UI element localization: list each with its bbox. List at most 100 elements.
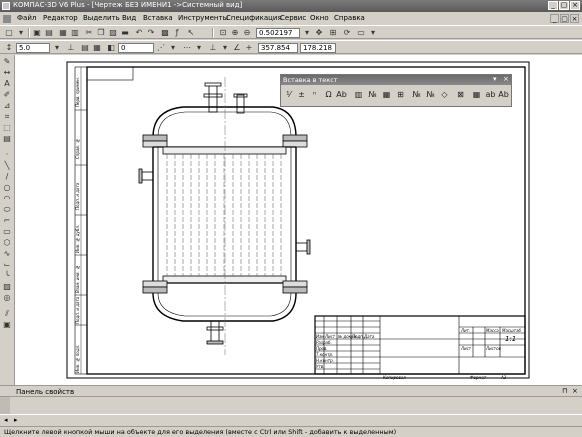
surface-icon[interactable]: ◇ — [439, 89, 450, 100]
menu-insert[interactable]: Вставка — [143, 14, 173, 22]
new-icon[interactable]: ▢ — [4, 28, 14, 38]
panel-grip[interactable] — [0, 397, 10, 415]
panel-close-button[interactable]: × — [503, 75, 509, 83]
pan-icon[interactable]: ✥ — [314, 28, 324, 38]
circle-icon[interactable]: ○ — [2, 183, 12, 193]
angle-icon[interactable]: ∠ — [232, 43, 242, 53]
point-icon[interactable]: · — [2, 150, 12, 160]
menu-view[interactable]: Вид — [122, 14, 136, 22]
auxiliary-line-icon[interactable]: ╲ — [2, 161, 12, 171]
format-icon[interactable]: ⊞ — [395, 89, 406, 100]
scale-field[interactable]: 0.502197 — [256, 28, 300, 38]
scale-dropdown-icon[interactable]: ▾ — [302, 28, 312, 38]
calculator-icon[interactable]: ▩ — [160, 28, 170, 38]
equidistant-icon[interactable]: ⫽ — [2, 309, 12, 319]
geometry-tools-icon[interactable]: ✎ — [2, 57, 12, 67]
close-button[interactable]: × — [570, 1, 580, 10]
menu-select[interactable]: Выделить — [83, 14, 120, 22]
minimize-button[interactable]: _ — [548, 1, 558, 10]
bezier-icon[interactable]: ∿ — [2, 249, 12, 259]
fragment-icon[interactable]: ▥ — [353, 89, 364, 100]
save-icon[interactable]: ▣ — [32, 28, 42, 38]
menu-service[interactable]: Сервис — [280, 14, 306, 22]
menu-help[interactable]: Справка — [334, 14, 365, 22]
symbol-icon[interactable]: Ab — [336, 89, 347, 100]
number-sub-icon[interactable]: № — [425, 89, 436, 100]
snap-icon[interactable]: ⋰ — [156, 43, 166, 53]
layer-field[interactable]: 0 — [118, 43, 154, 53]
chamfer-icon[interactable]: ⌙ — [2, 260, 12, 270]
ortho-icon[interactable]: ⊥ — [66, 43, 76, 53]
view-icon[interactable]: ▭ — [356, 28, 366, 38]
zoom-window-icon[interactable]: ⊡ — [218, 28, 228, 38]
menu-editor[interactable]: Редактор — [43, 14, 78, 22]
maximize-button[interactable]: ▢ — [559, 1, 569, 10]
spec-tools-icon[interactable]: ▤ — [2, 134, 12, 144]
format-painter-icon[interactable]: ▬ — [120, 28, 130, 38]
mdi-close-button[interactable]: × — [570, 14, 579, 23]
number-icon[interactable]: № — [367, 89, 378, 100]
undo-icon[interactable]: ↶ — [134, 28, 144, 38]
macro-icon[interactable]: ▣ — [2, 320, 12, 330]
fraction-icon[interactable]: ⅟ — [283, 89, 294, 100]
refresh-icon[interactable]: ⟳ — [342, 28, 352, 38]
parametric-tools-icon[interactable]: ⊿ — [2, 101, 12, 111]
lcs-dropdown-icon[interactable]: ▾ — [220, 43, 230, 53]
fx-icon[interactable]: ƒ — [172, 28, 182, 38]
fillet-icon[interactable]: ╰ — [2, 271, 12, 281]
redo-icon[interactable]: ↷ — [146, 28, 156, 38]
table-icon[interactable]: ▦ — [471, 89, 482, 100]
measure-tools-icon[interactable]: ⌗ — [2, 112, 12, 122]
menu-specification[interactable]: Спецификация — [226, 14, 282, 22]
open-icon[interactable]: ▾ — [16, 28, 26, 38]
snap-dropdown-icon[interactable]: ▾ — [168, 43, 178, 53]
grid-icon[interactable]: ⋯ — [182, 43, 192, 53]
tolerance-icon[interactable]: ⊠ — [455, 89, 466, 100]
coord-x-field[interactable]: 357.854 — [258, 43, 298, 53]
special-char-icon[interactable]: Ω — [323, 89, 334, 100]
step-dropdown-icon[interactable]: ▾ — [52, 43, 62, 53]
scroll-left-icon[interactable]: ◂ — [4, 416, 8, 424]
grid-dropdown-icon[interactable]: ▾ — [194, 43, 204, 53]
lcs-icon[interactable]: ⊥ — [208, 43, 218, 53]
paste-icon[interactable]: ▨ — [108, 28, 118, 38]
hatch-icon[interactable]: ▨ — [2, 282, 12, 292]
lowercase-icon[interactable]: ab — [485, 89, 496, 100]
contour-icon[interactable]: ◎ — [2, 293, 12, 303]
fit-icon[interactable]: ⊞ — [328, 28, 338, 38]
panel-menu-button[interactable]: ▾ — [493, 75, 497, 83]
edit-tools-icon[interactable]: ✐ — [2, 90, 12, 100]
scroll-right-icon[interactable]: ▸ — [14, 416, 18, 424]
deviation-icon[interactable]: ± — [296, 89, 307, 100]
ellipse-icon[interactable]: ⬭ — [2, 205, 12, 215]
menu-window[interactable]: Окно — [310, 14, 329, 22]
layer-state-icon[interactable]: ▦ — [92, 43, 102, 53]
save-all-icon[interactable]: ▤ — [44, 28, 54, 38]
view-dropdown-icon[interactable]: ▾ — [368, 28, 378, 38]
layer-color-icon[interactable]: ◧ — [106, 43, 116, 53]
polyline-icon[interactable]: ⌐ — [2, 216, 12, 226]
cursor-icon[interactable]: + — [244, 43, 254, 53]
cut-icon[interactable]: ✂ — [84, 28, 94, 38]
arc-icon[interactable]: ◠ — [2, 194, 12, 204]
menu-file[interactable]: Файл — [17, 14, 36, 22]
mdi-minimize-button[interactable]: _ — [550, 14, 559, 23]
print-icon[interactable]: ▦ — [58, 28, 68, 38]
indices-icon[interactable]: ⁿ — [309, 89, 320, 100]
menu-tools[interactable]: Инструменты — [178, 14, 228, 22]
preview-icon[interactable]: ▥ — [70, 28, 80, 38]
segment-icon[interactable]: / — [2, 172, 12, 182]
zoom-in-icon[interactable]: ⊕ — [230, 28, 240, 38]
panel-pin-icon[interactable]: ⊓ — [562, 387, 567, 395]
step-field[interactable]: 5.0 — [16, 43, 50, 53]
subscript-icon[interactable]: ▦ — [381, 89, 392, 100]
rectangle-icon[interactable]: ▭ — [2, 227, 12, 237]
layers-icon[interactable]: ▤ — [80, 43, 90, 53]
notation-tools-icon[interactable]: A — [2, 79, 12, 89]
select-tools-icon[interactable]: ⬚ — [2, 123, 12, 133]
zoom-out-icon[interactable]: ⊖ — [242, 28, 252, 38]
insert-text-panel-header[interactable]: Вставка в текст ▾ × — [281, 75, 511, 85]
vertical-text-icon[interactable]: Ab — [498, 89, 509, 100]
mdi-restore-button[interactable]: ▢ — [560, 14, 569, 23]
number-format-icon[interactable]: № — [411, 89, 422, 100]
